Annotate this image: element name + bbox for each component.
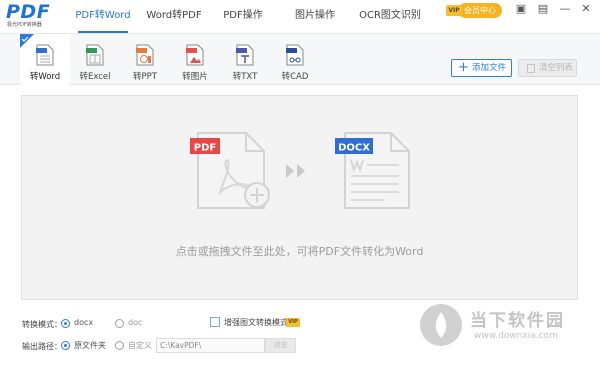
- ppt-file-icon: [136, 44, 154, 66]
- add-file-button[interactable]: + 添加文件: [451, 59, 512, 77]
- tab-image-operations[interactable]: 图片操作: [284, 0, 346, 33]
- conversion-mode-label: 转换模式：: [22, 320, 62, 329]
- format-label-ppt: 转PPT: [133, 72, 157, 82]
- format-label-word: 转Word: [29, 72, 61, 82]
- docx-document-icon: DOCX: [335, 132, 410, 209]
- browse-button[interactable]: 浏览: [265, 338, 296, 353]
- tab-ocr[interactable]: OCR图文识别: [350, 0, 430, 33]
- trash-icon: [527, 64, 535, 73]
- watermark-url: www.downxia.com: [474, 331, 558, 341]
- tab-word-to-pdf[interactable]: Word转PDF: [140, 0, 208, 33]
- enhanced-mode-checkbox[interactable]: [210, 317, 220, 327]
- member-center-label: 会员中心: [458, 3, 502, 18]
- format-to-word[interactable]: 转Word: [20, 34, 70, 85]
- enhanced-mode-label: 增强图文转换模式: [224, 318, 288, 327]
- format-to-txt[interactable]: 转TXT: [220, 34, 270, 85]
- format-label-excel: 转Excel: [79, 72, 111, 82]
- title-bar: PDF 极光PDF转换器 PDF转Word Word转PDF PDF操作 图片操…: [0, 0, 600, 33]
- watermark-title: 当下软件园: [470, 311, 565, 331]
- image-file-icon: [186, 44, 204, 66]
- format-label-txt: 转TXT: [232, 72, 258, 82]
- member-center-button[interactable]: 会员中心 VIP: [446, 3, 502, 18]
- custom-path-input[interactable]: C:\KavPDF\: [156, 338, 265, 353]
- format-label-cad: 转CAD: [281, 72, 309, 82]
- output-custom-label: 自定义: [128, 341, 152, 350]
- excel-file-icon: [86, 44, 104, 66]
- mode-doc-label: doc: [128, 318, 143, 327]
- drop-hint-text: 点击或拖拽文件至此处，可将PDF文件转化为Word: [175, 245, 424, 258]
- watermark-logo-icon: [420, 304, 462, 346]
- enhanced-vip-badge: VIP: [286, 318, 300, 327]
- clear-list-label: 清空列表: [539, 63, 574, 73]
- output-original-label: 原文件夹: [74, 341, 106, 350]
- file-drop-zone[interactable]: [21, 95, 578, 300]
- plus-icon: +: [458, 60, 469, 75]
- mode-docx-label: docx: [74, 318, 94, 327]
- mode-docx-radio[interactable]: [61, 319, 70, 328]
- output-original-radio[interactable]: [61, 341, 70, 350]
- docx-badge-text: DOCX: [338, 143, 370, 154]
- format-to-cad[interactable]: 转CAD: [270, 34, 320, 85]
- output-path-label: 输出路径：: [22, 342, 62, 351]
- cad-file-icon: [286, 44, 304, 66]
- logo-text: PDF: [6, 1, 51, 23]
- app-logo: PDF 极光PDF转换器: [6, 2, 58, 30]
- close-icon[interactable]: ✕: [578, 1, 594, 17]
- convert-arrow-icon: [286, 164, 305, 178]
- pdf-badge-text: PDF: [194, 143, 216, 154]
- clear-list-button[interactable]: 清空列表: [518, 59, 577, 77]
- txt-file-icon: [236, 44, 254, 66]
- vip-badge: VIP: [446, 5, 462, 16]
- tab-pdf-operations[interactable]: PDF操作: [212, 0, 274, 33]
- selected-check-icon: [20, 34, 34, 48]
- display-icon[interactable]: ▣: [513, 1, 529, 17]
- logo-subtitle: 极光PDF转换器: [7, 22, 42, 28]
- shirt-skin-icon[interactable]: ▤: [535, 1, 551, 17]
- format-to-image[interactable]: 转图片: [170, 34, 220, 85]
- pdf-document-icon: PDF: [190, 132, 270, 209]
- output-custom-radio[interactable]: [115, 341, 124, 350]
- mode-doc-radio[interactable]: [115, 319, 124, 328]
- word-file-icon: [36, 44, 54, 66]
- add-file-label: 添加文件: [472, 63, 507, 73]
- format-to-excel[interactable]: 转Excel: [70, 34, 120, 85]
- minimize-icon[interactable]: —: [557, 1, 573, 17]
- format-to-ppt[interactable]: 转PPT: [120, 34, 170, 85]
- format-label-image: 转图片: [182, 72, 208, 82]
- tab-pdf-to-word[interactable]: PDF转Word: [66, 0, 140, 33]
